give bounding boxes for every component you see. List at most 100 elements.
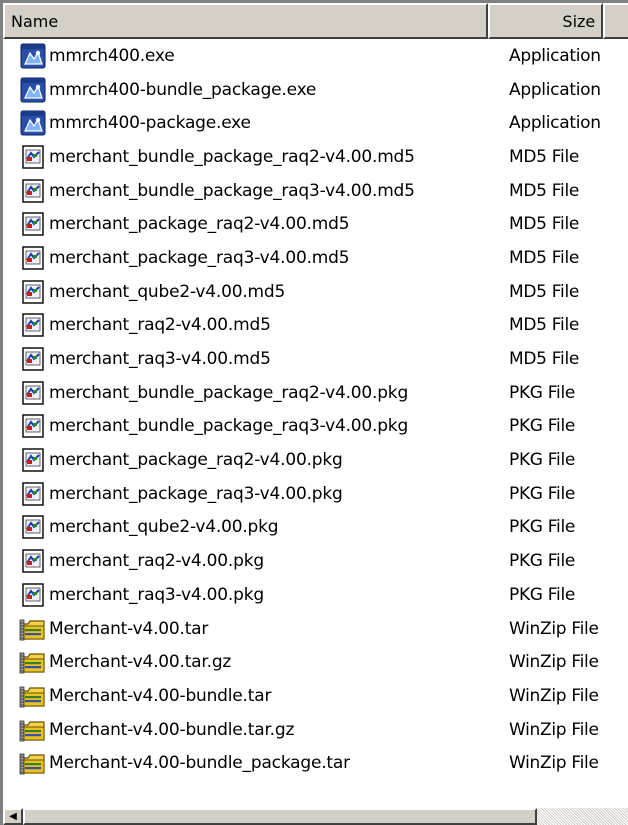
file-name: merchant_raq2-v4.00.md5 xyxy=(49,315,271,336)
file-list-view[interactable]: Name Size mmrch400.exe Application mmrch40… xyxy=(0,0,628,825)
file-type-cell: MD5 File xyxy=(509,247,580,268)
file-name-cell[interactable]: merchant_package_raq3-v4.00.pkg xyxy=(3,480,503,508)
generic-file-icon xyxy=(19,278,47,306)
file-name-cell[interactable]: mmrch400.exe xyxy=(3,42,503,70)
generic-file-icon xyxy=(19,244,47,272)
file-name: Merchant-v4.00.tar.gz xyxy=(49,652,232,673)
file-name: merchant_bundle_package_raq3-v4.00.md5 xyxy=(49,180,415,201)
scroll-left-button[interactable]: ◀ xyxy=(3,808,23,825)
file-name-cell[interactable]: merchant_bundle_package_raq3-v4.00.pkg xyxy=(3,412,503,440)
file-name-cell[interactable]: merchant_qube2-v4.00.pkg xyxy=(3,513,503,541)
file-name-cell[interactable]: Merchant-v4.00-bundle_package.tar xyxy=(3,749,503,777)
file-row[interactable]: merchant_bundle_package_raq3-v4.00.md5 MD… xyxy=(3,174,628,208)
file-row[interactable]: merchant_qube2-v4.00.md5 MD5 File xyxy=(3,275,628,309)
file-name-cell[interactable]: merchant_raq2-v4.00.md5 xyxy=(3,311,503,339)
file-name: merchant_package_raq3-v4.00.pkg xyxy=(49,483,343,504)
winzip-archive-icon xyxy=(19,749,47,777)
file-name: Merchant-v4.00-bundle.tar.gz xyxy=(49,719,295,740)
file-row[interactable]: Merchant-v4.00-bundle.tar.gz WinZip File xyxy=(3,713,628,747)
file-name-cell[interactable]: merchant_raq3-v4.00.pkg xyxy=(3,581,503,609)
generic-file-icon xyxy=(19,547,47,575)
file-name-cell[interactable]: merchant_raq3-v4.00.md5 xyxy=(3,345,503,373)
column-header-size[interactable]: Size xyxy=(488,3,604,39)
winzip-archive-icon xyxy=(19,648,47,676)
file-name-cell[interactable]: merchant_package_raq2-v4.00.md5 xyxy=(3,210,503,238)
file-name: merchant_package_raq2-v4.00.md5 xyxy=(49,214,350,235)
file-row[interactable]: Merchant-v4.00.tar.gz WinZip File xyxy=(3,645,628,679)
file-row[interactable]: merchant_raq3-v4.00.md5 MD5 File xyxy=(3,342,628,376)
file-name: Merchant-v4.00-bundle.tar xyxy=(49,685,272,706)
generic-file-icon xyxy=(19,412,47,440)
winzip-archive-icon xyxy=(19,682,47,710)
file-type-cell: MD5 File xyxy=(509,146,580,167)
column-header-type[interactable] xyxy=(603,3,628,39)
file-name: mmrch400-package.exe xyxy=(49,113,251,134)
file-type-cell: MD5 File xyxy=(509,214,580,235)
file-row[interactable]: merchant_raq2-v4.00.md5 MD5 File xyxy=(3,309,628,343)
file-type-cell: Application xyxy=(509,113,601,134)
file-row[interactable]: merchant_raq2-v4.00.pkg PKG File xyxy=(3,544,628,578)
file-type-cell: MD5 File xyxy=(509,180,580,201)
generic-file-icon xyxy=(19,581,47,609)
file-row[interactable]: mmrch400.exe Application xyxy=(3,39,628,73)
generic-file-icon xyxy=(19,480,47,508)
file-row[interactable]: merchant_raq3-v4.00.pkg PKG File xyxy=(3,578,628,612)
application-icon xyxy=(19,42,47,70)
file-name-cell[interactable]: Merchant-v4.00-bundle.tar xyxy=(3,682,503,710)
file-row[interactable]: Merchant-v4.00-bundle.tar WinZip File xyxy=(3,679,628,713)
file-name: merchant_qube2-v4.00.md5 xyxy=(49,281,286,302)
file-name-cell[interactable]: merchant_raq2-v4.00.pkg xyxy=(3,547,503,575)
file-row[interactable]: merchant_bundle_package_raq3-v4.00.pkg PK… xyxy=(3,410,628,444)
file-name: mmrch400.exe xyxy=(49,45,175,66)
file-name-cell[interactable]: merchant_package_raq3-v4.00.md5 xyxy=(3,244,503,272)
file-name-cell[interactable]: Merchant-v4.00-bundle.tar.gz xyxy=(3,716,503,744)
file-name-cell[interactable]: merchant_bundle_package_raq2-v4.00.pkg xyxy=(3,379,503,407)
file-row[interactable]: merchant_bundle_package_raq2-v4.00.md5 MD… xyxy=(3,140,628,174)
file-type-cell: MD5 File xyxy=(509,281,580,302)
file-name-cell[interactable]: merchant_package_raq2-v4.00.pkg xyxy=(3,446,503,474)
file-type-cell: PKG File xyxy=(509,382,576,403)
file-name-cell[interactable]: Merchant-v4.00.tar xyxy=(3,615,503,643)
file-name-cell[interactable]: mmrch400-bundle_package.exe xyxy=(3,76,503,104)
file-name-cell[interactable]: Merchant-v4.00.tar.gz xyxy=(3,648,503,676)
file-type-cell: WinZip File xyxy=(509,618,599,639)
file-name: merchant_raq3-v4.00.pkg xyxy=(49,584,264,605)
file-rows: mmrch400.exe Application mmrch400-bundle_p… xyxy=(3,39,628,780)
scrollbar-thumb[interactable] xyxy=(23,808,537,825)
file-type-cell: MD5 File xyxy=(509,349,580,370)
file-type-cell: Application xyxy=(509,79,601,100)
file-row[interactable]: merchant_bundle_package_raq2-v4.00.pkg PK… xyxy=(3,376,628,410)
generic-file-icon xyxy=(19,345,47,373)
file-row[interactable]: merchant_package_raq3-v4.00.pkg PKG File xyxy=(3,477,628,511)
file-name: mmrch400-bundle_package.exe xyxy=(49,79,317,100)
file-row[interactable]: merchant_qube2-v4.00.pkg PKG File xyxy=(3,511,628,545)
file-type-cell: WinZip File xyxy=(509,652,599,673)
application-icon xyxy=(19,76,47,104)
file-name: merchant_bundle_package_raq3-v4.00.pkg xyxy=(49,416,409,437)
file-name-cell[interactable]: merchant_bundle_package_raq3-v4.00.md5 xyxy=(3,177,503,205)
file-type-cell: PKG File xyxy=(509,551,576,572)
column-header-bar: Name Size xyxy=(3,3,628,39)
file-name: merchant_package_raq2-v4.00.pkg xyxy=(49,450,343,471)
file-name: Merchant-v4.00.tar xyxy=(49,618,209,639)
file-type-cell: PKG File xyxy=(509,483,576,504)
column-header-name[interactable]: Name xyxy=(3,3,489,39)
generic-file-icon xyxy=(19,143,47,171)
file-name-cell[interactable]: merchant_qube2-v4.00.md5 xyxy=(3,278,503,306)
winzip-archive-icon xyxy=(19,615,47,643)
file-row[interactable]: merchant_package_raq2-v4.00.md5 MD5 File xyxy=(3,207,628,241)
file-type-cell: PKG File xyxy=(509,584,576,605)
file-name-cell[interactable]: mmrch400-package.exe xyxy=(3,109,503,137)
generic-file-icon xyxy=(19,311,47,339)
horizontal-scrollbar[interactable]: ◀ xyxy=(3,808,628,825)
file-type-cell: Application xyxy=(509,45,601,66)
file-row[interactable]: Merchant-v4.00-bundle_package.tar WinZip … xyxy=(3,746,628,780)
file-name-cell[interactable]: merchant_bundle_package_raq2-v4.00.md5 xyxy=(3,143,503,171)
generic-file-icon xyxy=(19,210,47,238)
generic-file-icon xyxy=(19,513,47,541)
file-row[interactable]: merchant_package_raq3-v4.00.md5 MD5 File xyxy=(3,241,628,275)
file-row[interactable]: merchant_package_raq2-v4.00.pkg PKG File xyxy=(3,443,628,477)
file-row[interactable]: mmrch400-bundle_package.exe Application xyxy=(3,73,628,107)
file-row[interactable]: Merchant-v4.00.tar WinZip File xyxy=(3,612,628,646)
file-row[interactable]: mmrch400-package.exe Application xyxy=(3,106,628,140)
